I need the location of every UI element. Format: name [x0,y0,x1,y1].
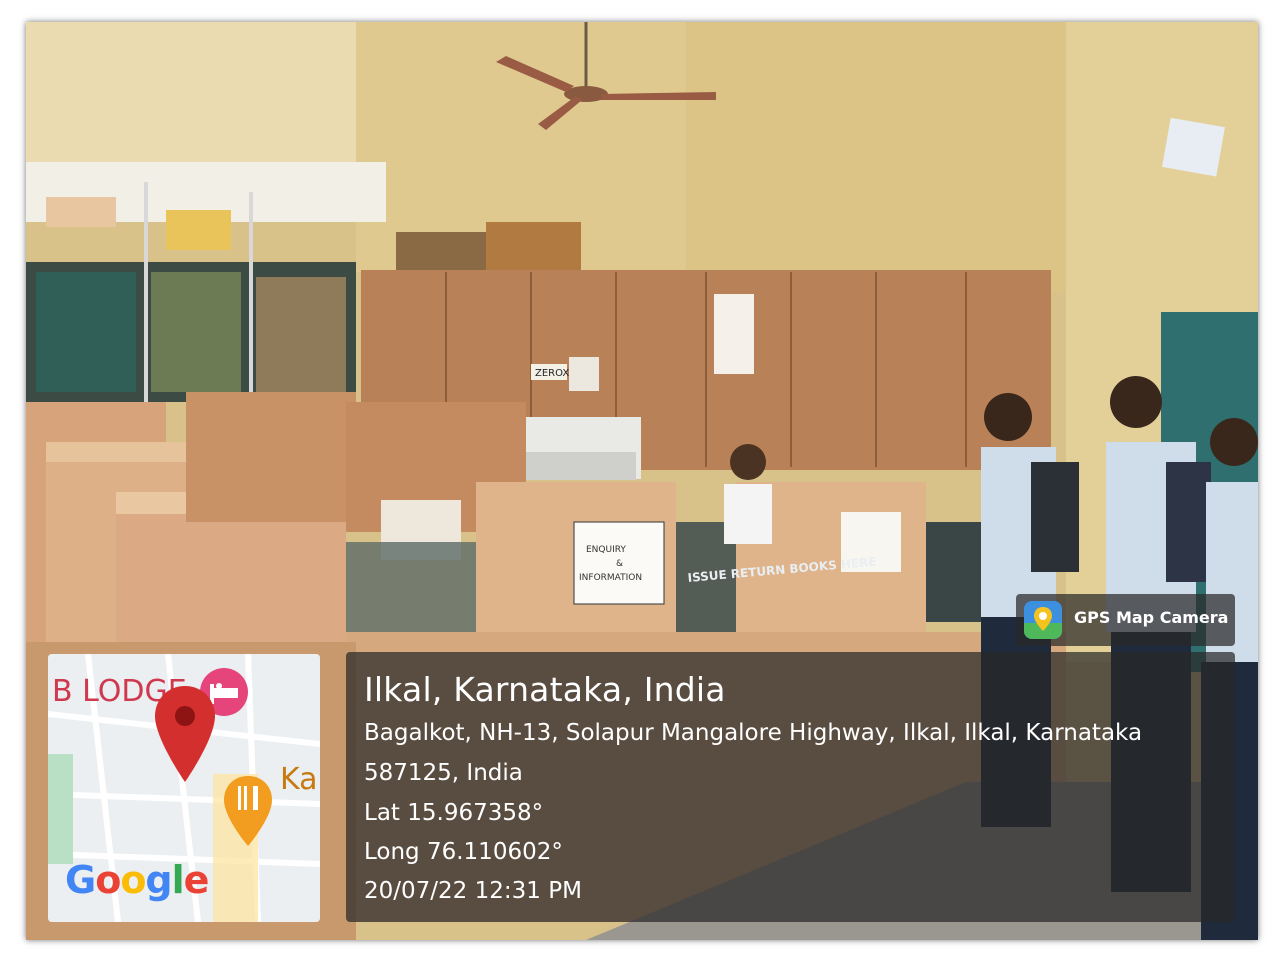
gps-map-camera-badge: GPS Map Camera [1016,594,1235,646]
location-info-card: Ilkal, Karnataka, India Bagalkot, NH-13,… [346,652,1235,922]
google-logo-letter: g [145,858,172,902]
google-logo: Google [65,858,210,902]
gps-map-camera-label: GPS Map Camera [1074,608,1229,627]
svg-text:INFORMATION: INFORMATION [579,573,642,583]
google-logo-letter: e [183,858,210,902]
longitude: Long 76.110602° [364,839,563,865]
google-logo-letter: o [95,858,121,902]
map-place-label-2: Ka [280,762,318,797]
google-logo-letter: o [120,858,146,902]
mini-map: B LODGE Ka Google [48,654,320,922]
address-line-1: Bagalkot, NH-13, Solapur Mangalore Highw… [364,720,1143,746]
google-logo-letter: l [171,858,185,902]
timestamp: 20/07/22 12:31 PM [364,878,582,904]
svg-text:&: & [616,559,623,569]
location-title: Ilkal, Karnataka, India [364,670,726,709]
latitude: Lat 15.967358° [364,800,544,826]
map-pin-icon [155,686,215,782]
restaurant-icon [224,776,272,846]
address-line-2: 587125, India [364,760,523,786]
photo-frame: ZEROX ENQUIRY & INFORMATION ISSUE RETURN… [26,22,1258,940]
xerox-sign: ZEROX [535,368,569,379]
location-camera-icon [1024,601,1062,639]
svg-text:ENQUIRY: ENQUIRY [586,545,626,555]
google-logo-letter: G [65,858,96,902]
